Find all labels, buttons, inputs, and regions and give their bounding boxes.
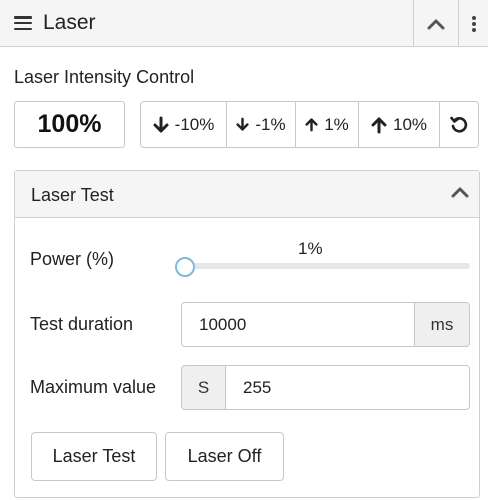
power-value: 1% xyxy=(298,239,323,258)
laser-test-button[interactable]: Laser Test xyxy=(31,432,157,481)
vertical-dots-icon xyxy=(471,14,476,34)
duration-input[interactable]: 10000 xyxy=(181,302,416,347)
intensity-label: Laser Intensity Control xyxy=(14,67,195,87)
power-label: Power (%) xyxy=(30,249,115,269)
hamburger-menu-icon[interactable] xyxy=(14,16,32,31)
increase-10-label: 10% xyxy=(392,114,428,134)
intensity-button-group: -10% -1% 1% 10% xyxy=(140,101,479,148)
chevron-up-icon xyxy=(427,19,445,29)
decrease-1-button[interactable]: -1% xyxy=(227,102,296,147)
widget-title: Laser xyxy=(43,11,96,34)
power-slider-thumb[interactable] xyxy=(174,257,195,277)
reset-icon xyxy=(450,116,468,133)
duration-label: Test duration xyxy=(30,314,134,334)
decrease-10-label: -10% xyxy=(174,114,215,134)
chevron-up-icon[interactable] xyxy=(450,184,470,200)
arrow-down-icon xyxy=(153,116,169,132)
increase-10-button[interactable]: 10% xyxy=(359,102,440,147)
arrow-up-icon xyxy=(305,118,318,132)
decrease-1-label: -1% xyxy=(255,114,286,134)
power-slider-track[interactable] xyxy=(182,263,470,269)
increase-1-button[interactable]: 1% xyxy=(296,102,359,147)
decrease-10-button[interactable]: -10% xyxy=(141,102,227,147)
duration-unit: ms xyxy=(414,302,470,347)
laser-off-button[interactable]: Laser Off xyxy=(165,432,284,481)
increase-1-label: 1% xyxy=(324,114,349,134)
reset-intensity-button[interactable] xyxy=(440,102,478,147)
laser-test-panel-title: Laser Test xyxy=(31,185,114,205)
max-value-prefix: S xyxy=(181,365,226,410)
widget-options-button[interactable] xyxy=(458,0,488,47)
max-value-label: Maximum value xyxy=(30,377,157,397)
arrow-up-icon xyxy=(371,117,387,133)
max-value-input[interactable]: 255 xyxy=(225,365,470,410)
arrow-down-icon xyxy=(236,117,249,131)
intensity-value: 100% xyxy=(14,101,125,148)
collapse-widget-button[interactable] xyxy=(413,0,458,47)
laser-test-panel-header: Laser Test xyxy=(15,171,479,218)
widget-header: Laser xyxy=(0,0,488,47)
